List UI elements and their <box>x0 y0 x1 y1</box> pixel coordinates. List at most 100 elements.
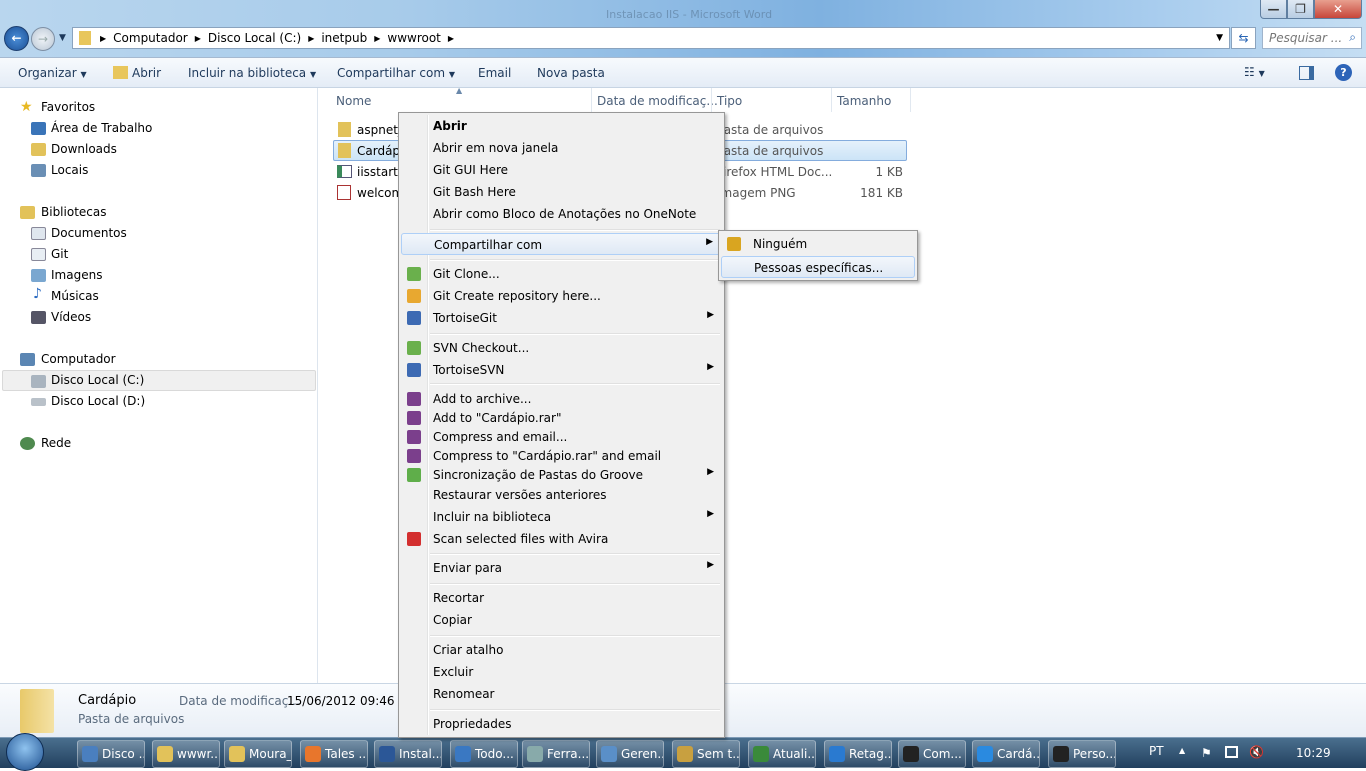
menu-item[interactable]: Abrir como Bloco de Anotações no OneNote <box>401 203 722 225</box>
close-button[interactable]: ✕ <box>1314 0 1362 19</box>
menu-item[interactable]: Excluir <box>401 661 722 683</box>
nav-git[interactable]: Git <box>51 247 68 261</box>
breadcrumb-arrow-icon[interactable]: ▶ <box>100 34 106 43</box>
address-bar[interactable]: ▶ Computador ▶ Disco Local (C:) ▶ inetpu… <box>72 27 1230 49</box>
menu-item[interactable]: Incluir na biblioteca ▶ <box>401 506 722 528</box>
forward-button[interactable]: → <box>31 27 55 51</box>
nav-disco-c[interactable]: Disco Local (C:) <box>51 373 144 387</box>
taskbar-button[interactable]: Todo... <box>450 740 518 768</box>
column-divider[interactable] <box>910 88 911 112</box>
menu-item[interactable]: Scan selected files with Avira <box>401 528 722 550</box>
breadcrumb-arrow-icon[interactable]: ▶ <box>374 34 380 43</box>
taskbar-button[interactable]: Disco ... <box>77 740 145 768</box>
nav-disco-d[interactable]: Disco Local (D:) <box>51 394 145 408</box>
breadcrumb-computador[interactable]: Computador <box>113 31 188 45</box>
column-divider[interactable] <box>831 88 832 112</box>
menu-item[interactable]: Git Clone... <box>401 263 722 285</box>
nav-downloads[interactable]: Downloads <box>51 142 117 156</box>
view-options-icon[interactable]: ☷ ▼ <box>1244 65 1265 79</box>
details-date-value[interactable]: 15/06/2012 09:46 <box>287 694 395 708</box>
drive-d-icon <box>31 398 46 406</box>
minimize-button[interactable]: — <box>1260 0 1287 19</box>
column-header-date[interactable]: Data de modificaç... <box>597 94 718 108</box>
column-header-size[interactable]: Tamanho <box>837 94 891 108</box>
restore-button[interactable]: ❐ <box>1287 0 1314 19</box>
menu-item[interactable]: Git Create repository here... <box>401 285 722 307</box>
show-hidden-icons[interactable]: ▲ <box>1179 746 1185 755</box>
menu-item-label: Enviar para <box>433 561 502 575</box>
menu-item[interactable]: Propriedades <box>401 713 722 735</box>
menu-item[interactable]: SVN Checkout... <box>401 337 722 359</box>
taskbar-button[interactable]: Com... <box>898 740 966 768</box>
search-input[interactable]: Pesquisar ... ⌕ <box>1262 27 1362 49</box>
nav-musicas[interactable]: Músicas <box>51 289 99 303</box>
submenu-item[interactable]: Ninguém <box>721 233 915 255</box>
nav-videos[interactable]: Vídeos <box>51 310 91 324</box>
start-button[interactable] <box>6 733 44 771</box>
column-divider[interactable] <box>711 88 712 112</box>
help-icon[interactable]: ? <box>1335 64 1352 81</box>
organize-button[interactable]: Organizar ▼ <box>18 66 87 80</box>
submenu-item[interactable]: Pessoas específicas... <box>721 256 915 278</box>
refresh-icon[interactable]: ⇆ <box>1231 27 1256 49</box>
taskbar-button[interactable]: Tales ... <box>300 740 368 768</box>
menu-item[interactable]: Enviar para ▶ <box>401 557 722 579</box>
taskbar-button[interactable]: Perso... <box>1048 740 1116 768</box>
new-folder-button[interactable]: Nova pasta <box>537 66 605 80</box>
menu-item[interactable]: TortoiseSVN ▶ <box>401 359 722 381</box>
address-history-dropdown-icon[interactable]: ▼ <box>1216 33 1223 43</box>
column-header-name[interactable]: Nome <box>336 94 371 108</box>
nav-favoritos[interactable]: Favoritos <box>41 100 95 114</box>
back-button[interactable]: ← <box>4 26 29 51</box>
taskbar-button[interactable]: Cardá... <box>972 740 1040 768</box>
menu-item[interactable]: Copiar <box>401 609 722 631</box>
breadcrumb-arrow-icon[interactable]: ▶ <box>195 34 201 43</box>
preview-pane-icon[interactable] <box>1299 66 1314 80</box>
menu-item[interactable]: Sincronização de Pastas do Groove ▶ <box>401 464 722 486</box>
clock[interactable]: 10:29 <box>1296 746 1331 760</box>
menu-item[interactable]: Restaurar versões anteriores <box>401 484 722 506</box>
taskbar-button[interactable]: Moura_ <box>224 740 292 768</box>
email-button[interactable]: Email <box>478 66 511 80</box>
taskbar-button[interactable]: Geren... <box>596 740 664 768</box>
menu-item[interactable]: Recortar <box>401 587 722 609</box>
taskbar-button[interactable]: Sem t... <box>672 740 740 768</box>
action-center-flag-icon[interactable]: ⚑ <box>1201 746 1212 760</box>
menu-item[interactable]: Compartilhar com ▶ <box>401 233 722 255</box>
app-icon <box>753 746 769 762</box>
include-library-button[interactable]: Incluir na biblioteca ▼ <box>188 66 316 80</box>
network-tray-icon[interactable] <box>1225 746 1238 758</box>
recent-pages-dropdown-icon[interactable]: ▼ <box>59 33 66 43</box>
nav-locais[interactable]: Locais <box>51 163 88 177</box>
breadcrumb-arrow-icon[interactable]: ▶ <box>448 34 454 43</box>
share-with-button[interactable]: Compartilhar com ▼ <box>337 66 455 80</box>
breadcrumb-arrow-icon[interactable]: ▶ <box>308 34 314 43</box>
nav-imagens[interactable]: Imagens <box>51 268 102 282</box>
nav-computador[interactable]: Computador <box>41 352 116 366</box>
column-header-type[interactable]: Tipo <box>717 94 742 108</box>
nav-rede[interactable]: Rede <box>41 436 71 450</box>
menu-item[interactable]: Git Bash Here <box>401 181 722 203</box>
menu-item[interactable]: Abrir <box>401 115 722 137</box>
volume-muted-icon[interactable]: 🔇 <box>1249 745 1264 759</box>
menu-item[interactable]: Abrir em nova janela <box>401 137 722 159</box>
nav-documentos[interactable]: Documentos <box>51 226 127 240</box>
nav-area-de-trabalho[interactable]: Área de Trabalho <box>51 121 152 135</box>
breadcrumb-disco-c[interactable]: Disco Local (C:) <box>208 31 301 45</box>
menu-item[interactable]: Renomear <box>401 683 722 705</box>
taskbar-button[interactable]: Retag... <box>824 740 892 768</box>
open-button[interactable]: Abrir <box>113 66 161 80</box>
nav-bibliotecas[interactable]: Bibliotecas <box>41 205 106 219</box>
breadcrumb-inetpub[interactable]: inetpub <box>321 31 367 45</box>
language-indicator[interactable]: PT <box>1149 744 1164 758</box>
search-icon[interactable]: ⌕ <box>1349 30 1356 45</box>
menu-item[interactable]: TortoiseGit ▶ <box>401 307 722 329</box>
menu-item[interactable]: Criar atalho <box>401 639 722 661</box>
taskbar-button[interactable]: wwwr... <box>152 740 220 768</box>
column-divider[interactable] <box>591 88 592 112</box>
taskbar-button[interactable]: Instal... <box>374 740 442 768</box>
menu-item[interactable]: Git GUI Here <box>401 159 722 181</box>
taskbar-button[interactable]: Ferra... <box>522 740 590 768</box>
breadcrumb-wwwroot[interactable]: wwwroot <box>387 31 441 45</box>
taskbar-button[interactable]: Atuali... <box>748 740 816 768</box>
